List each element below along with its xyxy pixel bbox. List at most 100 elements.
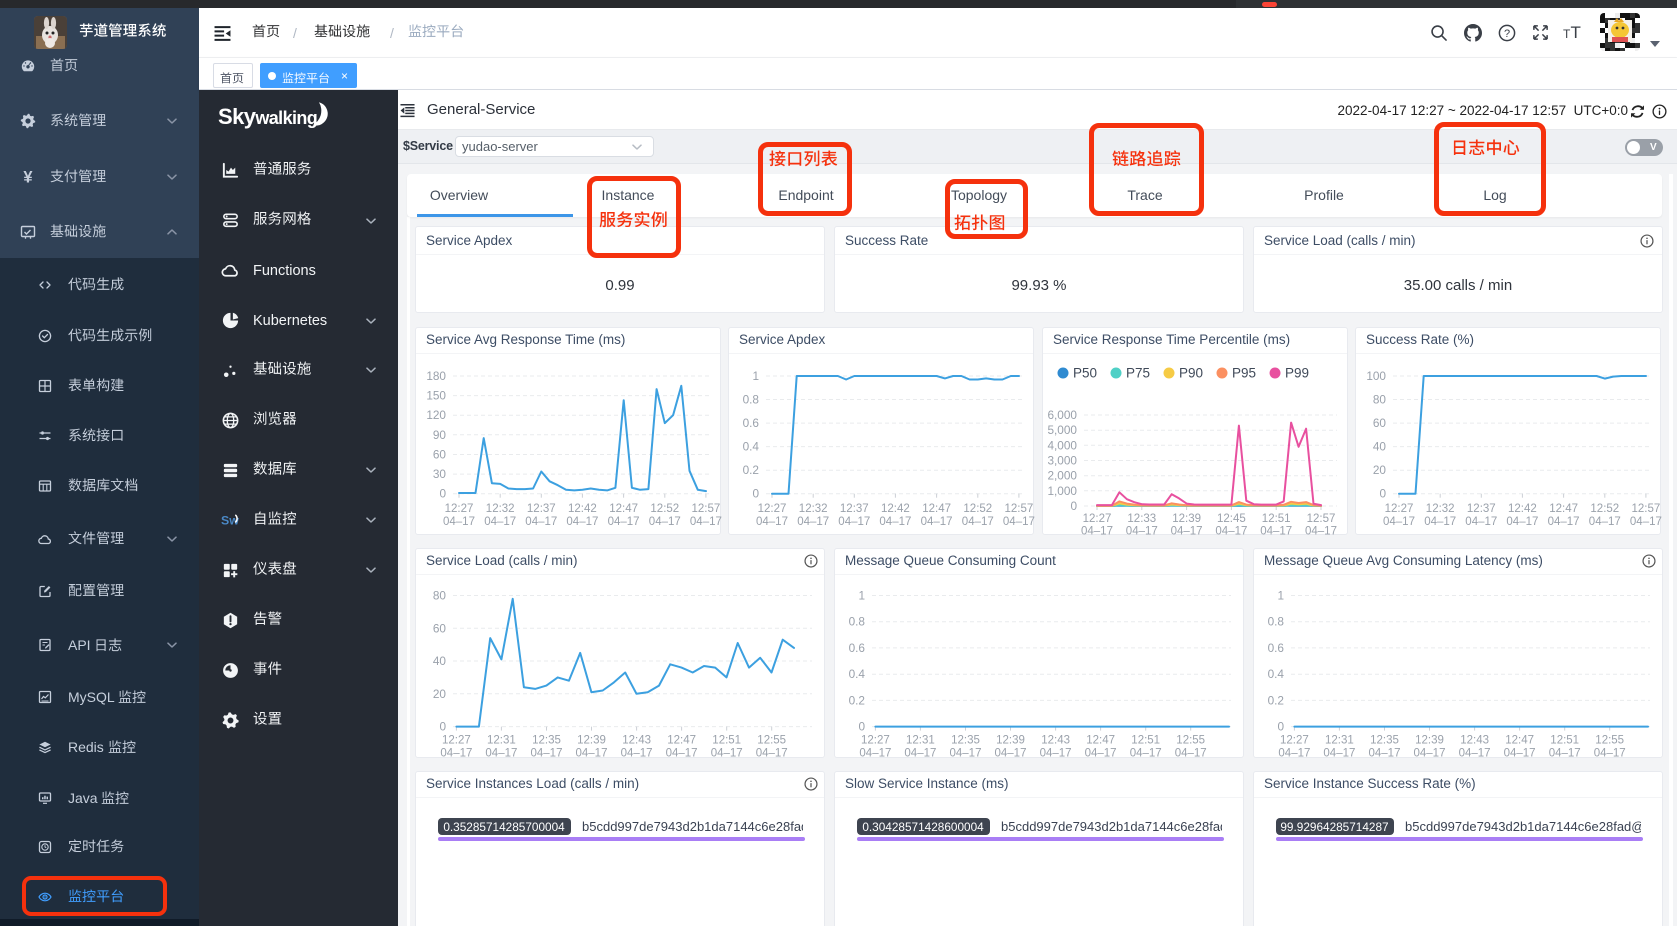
svg-text:12:43: 12:43 (1041, 735, 1070, 747)
svg-text:12:47: 12:47 (609, 503, 638, 515)
svg-text:04–17: 04–17 (666, 748, 698, 760)
svg-text:20: 20 (1373, 463, 1387, 477)
svg-text:04–17: 04–17 (1126, 526, 1158, 538)
svg-text:12:27: 12:27 (758, 503, 787, 515)
svg-text:04–17: 04–17 (525, 516, 557, 528)
svg-text:12:51: 12:51 (1131, 735, 1160, 747)
svg-text:1: 1 (1277, 589, 1284, 603)
svg-text:0.8: 0.8 (1268, 615, 1285, 629)
svg-text:04–17: 04–17 (950, 748, 982, 760)
svg-text:12:35: 12:35 (1370, 735, 1399, 747)
svg-text:12:57: 12:57 (692, 503, 721, 515)
svg-text:04–17: 04–17 (1548, 516, 1580, 528)
svg-text:12:45: 12:45 (1217, 513, 1246, 525)
svg-text:04–17: 04–17 (1323, 748, 1355, 760)
svg-text:04–17: 04–17 (1040, 748, 1072, 760)
svg-text:04–17: 04–17 (756, 748, 788, 760)
svg-text:100: 100 (1366, 369, 1386, 383)
svg-text:04–17: 04–17 (1549, 748, 1581, 760)
svg-text:0: 0 (858, 720, 865, 734)
svg-text:12:57: 12:57 (1307, 513, 1336, 525)
svg-text:04–17: 04–17 (1130, 748, 1162, 760)
svg-text:0: 0 (752, 487, 759, 501)
svg-text:0.4: 0.4 (1268, 667, 1285, 681)
svg-text:04–17: 04–17 (1260, 526, 1292, 538)
svg-text:12:55: 12:55 (1176, 735, 1205, 747)
svg-text:12:55: 12:55 (1595, 735, 1624, 747)
svg-text:04–17: 04–17 (1589, 516, 1621, 528)
svg-text:P90: P90 (1179, 366, 1203, 381)
svg-text:04–17: 04–17 (485, 748, 517, 760)
svg-text:12:47: 12:47 (1086, 735, 1115, 747)
svg-text:60: 60 (433, 448, 447, 462)
svg-text:04–17: 04–17 (1504, 748, 1536, 760)
svg-text:12:52: 12:52 (650, 503, 679, 515)
svg-text:12:27: 12:27 (1280, 735, 1309, 747)
svg-text:40: 40 (433, 654, 447, 668)
svg-text:04–17: 04–17 (1594, 748, 1626, 760)
svg-text:12:51: 12:51 (1262, 513, 1291, 525)
svg-text:04–17: 04–17 (1305, 526, 1337, 538)
svg-text:04–17: 04–17 (649, 516, 681, 528)
svg-text:0.2: 0.2 (1268, 693, 1284, 707)
svg-text:180: 180 (426, 369, 446, 383)
svg-text:12:27: 12:27 (442, 735, 471, 747)
svg-text:0.4: 0.4 (849, 667, 866, 681)
svg-text:12:32: 12:32 (486, 503, 515, 515)
svg-text:0: 0 (1379, 487, 1386, 501)
svg-text:12:57: 12:57 (1005, 503, 1034, 515)
svg-text:0.6: 0.6 (743, 416, 760, 430)
svg-text:P95: P95 (1232, 366, 1256, 381)
svg-text:40: 40 (1373, 440, 1387, 454)
svg-text:04–17: 04–17 (1424, 516, 1456, 528)
svg-text:12:51: 12:51 (712, 735, 741, 747)
svg-text:12:37: 12:37 (527, 503, 556, 515)
svg-text:0: 0 (439, 487, 446, 501)
svg-text:04–17: 04–17 (690, 516, 722, 528)
svg-text:04–17: 04–17 (962, 516, 994, 528)
svg-text:12:32: 12:32 (1426, 503, 1455, 515)
svg-text:04–17: 04–17 (1459, 748, 1491, 760)
svg-text:12:52: 12:52 (1590, 503, 1619, 515)
svg-text:04–17: 04–17 (904, 748, 936, 760)
svg-text:12:31: 12:31 (1325, 735, 1354, 747)
svg-text:04–17: 04–17 (1003, 516, 1035, 528)
svg-text:12:35: 12:35 (532, 735, 561, 747)
svg-text:0.2: 0.2 (849, 693, 865, 707)
svg-text:04–17: 04–17 (566, 516, 598, 528)
svg-text:12:35: 12:35 (951, 735, 980, 747)
svg-text:P99: P99 (1285, 366, 1309, 381)
svg-text:12:37: 12:37 (840, 503, 869, 515)
svg-text:04–17: 04–17 (531, 748, 563, 760)
svg-text:P50: P50 (1073, 366, 1097, 381)
svg-text:04–17: 04–17 (1383, 516, 1415, 528)
svg-text:12:27: 12:27 (1083, 513, 1112, 525)
svg-text:04–17: 04–17 (1465, 516, 1497, 528)
svg-text:12:39: 12:39 (1415, 735, 1444, 747)
svg-text:04–17: 04–17 (443, 516, 475, 528)
svg-text:3,000: 3,000 (1047, 454, 1077, 468)
svg-text:90: 90 (433, 428, 447, 442)
svg-text:04–17: 04–17 (1175, 748, 1207, 760)
svg-text:¥: ¥ (23, 169, 33, 185)
svg-text:04–17: 04–17 (711, 748, 743, 760)
svg-text:04–17: 04–17 (1278, 748, 1310, 760)
svg-text:12:39: 12:39 (996, 735, 1025, 747)
svg-text:04–17: 04–17 (1506, 516, 1538, 528)
svg-text:04–17: 04–17 (1369, 748, 1401, 760)
svg-text:04–17: 04–17 (879, 516, 911, 528)
svg-text:04–17: 04–17 (1171, 526, 1203, 538)
svg-text:12:47: 12:47 (1549, 503, 1578, 515)
svg-text:04–17: 04–17 (921, 516, 953, 528)
svg-text:1: 1 (752, 369, 759, 383)
svg-text:12:33: 12:33 (1127, 513, 1156, 525)
svg-text:04–17: 04–17 (484, 516, 516, 528)
svg-text:0: 0 (1277, 720, 1284, 734)
svg-text:2,000: 2,000 (1047, 469, 1077, 483)
svg-text:80: 80 (433, 589, 447, 603)
svg-text:04–17: 04–17 (1630, 516, 1662, 528)
svg-text:04–17: 04–17 (440, 748, 472, 760)
svg-text:04–17: 04–17 (797, 516, 829, 528)
svg-text:04–17: 04–17 (608, 516, 640, 528)
svg-text:12:42: 12:42 (881, 503, 910, 515)
